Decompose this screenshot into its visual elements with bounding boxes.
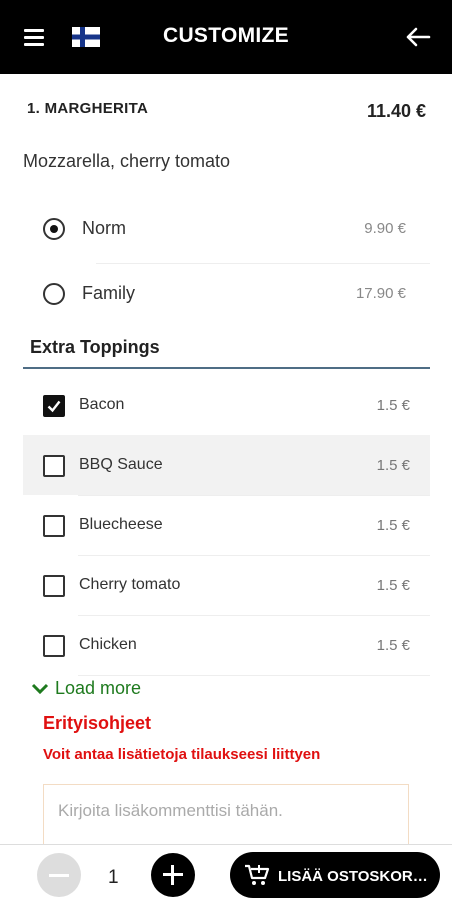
item-name: 1. MARGHERITA (27, 100, 149, 117)
topping-bbq-sauce[interactable]: BBQ Sauce 1.5 € (23, 435, 430, 495)
size-price: 9.90 € (364, 220, 406, 237)
check-icon (47, 400, 61, 413)
decrease-quantity-button[interactable] (37, 853, 81, 897)
topping-bluecheese[interactable]: Bluecheese 1.5 € (23, 495, 430, 555)
radio-button[interactable] (43, 283, 65, 305)
topping-label: Bacon (79, 396, 125, 413)
checkbox[interactable] (43, 635, 65, 657)
checkbox[interactable] (43, 515, 65, 537)
topping-label: BBQ Sauce (79, 456, 163, 473)
topping-bacon[interactable]: Bacon 1.5 € (23, 375, 430, 435)
special-instructions-title: Erityisohjeet (43, 713, 152, 733)
chevron-down-icon (31, 684, 49, 695)
size-option-family[interactable]: Family 17.90 € (40, 263, 430, 327)
topping-label: Cherry tomato (79, 576, 181, 593)
top-bar: CUSTOMIZE (0, 0, 452, 74)
topping-price: 1.5 € (376, 397, 410, 414)
size-option-norm[interactable]: Norm 9.90 € (40, 198, 430, 262)
divider (78, 675, 430, 676)
quantity-value: 1 (108, 867, 119, 888)
add-to-cart-icon (245, 864, 270, 885)
load-more-button[interactable]: Load more (31, 678, 141, 699)
page-title: CUSTOMIZE (163, 24, 289, 47)
extra-toppings-title: Extra Toppings (30, 337, 160, 357)
topping-cherry-tomato[interactable]: Cherry tomato 1.5 € (23, 555, 430, 615)
increase-quantity-button[interactable] (151, 853, 195, 897)
add-to-cart-label: LISÄÄ OSTOSKORIIN (278, 868, 428, 885)
topping-price: 1.5 € (376, 517, 410, 534)
topping-label: Bluecheese (79, 516, 163, 533)
topping-price: 1.5 € (376, 577, 410, 594)
item-price: 11.40 € (366, 101, 426, 121)
item-description: Mozzarella, cherry tomato (23, 151, 231, 171)
add-to-cart-button[interactable]: LISÄÄ OSTOSKORIIN (230, 852, 440, 898)
size-price: 17.90 € (355, 285, 406, 302)
radio-button-selected[interactable] (43, 218, 65, 240)
topping-price: 1.5 € (376, 457, 410, 474)
checkbox[interactable] (43, 455, 65, 477)
section-divider (23, 367, 430, 369)
topping-price: 1.5 € (376, 637, 410, 654)
back-arrow-icon[interactable] (405, 27, 431, 47)
size-label: Norm (82, 218, 126, 238)
size-label: Family (82, 283, 135, 303)
load-more-label: Load more (55, 678, 142, 698)
special-instructions-subtitle: Voit antaa lisätietoja tilaukseesi liitt… (43, 746, 321, 763)
topping-chicken[interactable]: Chicken 1.5 € (23, 615, 430, 675)
bottom-bar: 1 LISÄÄ OSTOSKORIIN (0, 844, 452, 901)
checkbox[interactable] (43, 575, 65, 597)
checkbox-checked[interactable] (43, 395, 65, 417)
topping-label: Chicken (79, 636, 137, 653)
